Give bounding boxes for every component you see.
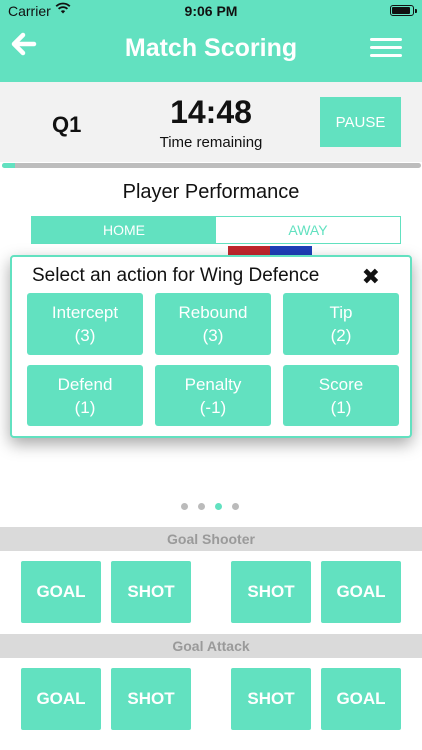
goal-attack-buttons: GOAL SHOT SHOT GOAL (0, 668, 422, 730)
away-shot-button[interactable]: SHOT (231, 561, 311, 623)
action-defend-button[interactable]: Defend (1) (27, 365, 143, 426)
action-tip-button[interactable]: Tip (2) (283, 293, 399, 355)
home-goal-button[interactable]: GOAL (21, 561, 101, 623)
timer-panel: Q1 14:48 Time remaining PAUSE (0, 82, 422, 162)
app-header: Carrier 9:06 PM Match Scoring (0, 0, 422, 82)
pause-button[interactable]: PAUSE (320, 97, 401, 147)
action-value: (2) (330, 326, 352, 345)
action-value: (3) (74, 326, 96, 345)
progress-fill (2, 163, 15, 168)
hamburger-menu-icon[interactable] (370, 38, 402, 60)
page-indicator[interactable] (181, 503, 239, 511)
status-time: 9:06 PM (184, 3, 238, 19)
page-title: Match Scoring (124, 34, 298, 62)
battery-icon (390, 5, 417, 16)
page-dot[interactable] (198, 503, 205, 510)
close-x-icon[interactable]: ✖ (362, 266, 380, 288)
performance-title: Player Performance (122, 181, 300, 203)
away-shot-button[interactable]: SHOT (231, 668, 311, 730)
page-dot[interactable] (215, 503, 222, 510)
quarter-progress-bar (2, 163, 421, 168)
action-label: Defend (57, 374, 113, 394)
home-goal-button[interactable]: GOAL (21, 668, 101, 730)
tab-away[interactable]: AWAY (216, 217, 400, 243)
action-label: Rebound (178, 303, 248, 322)
action-modal: Select an action for Wing Defence ✖ Inte… (10, 255, 412, 438)
tab-home[interactable]: HOME (32, 217, 216, 243)
modal-title: Select an action for Wing Defence (32, 265, 320, 286)
action-grid: Intercept (3) Rebound (3) Tip (2) Defend (1)… (27, 293, 399, 426)
action-label: Score (318, 374, 364, 394)
goal-shooter-buttons: GOAL SHOT SHOT GOAL (0, 561, 422, 623)
action-value: (3) (202, 326, 224, 345)
section-goal-attack: Goal Attack (0, 634, 422, 658)
page-dot[interactable] (232, 503, 239, 510)
action-intercept-button[interactable]: Intercept (3) (27, 293, 143, 355)
team-toggle: HOME AWAY (31, 216, 401, 244)
action-penalty-button[interactable]: Penalty (-1) (155, 365, 271, 426)
action-value: (1) (330, 397, 352, 417)
home-shot-button[interactable]: SHOT (111, 668, 191, 730)
navigation-bar: Match Scoring (0, 22, 422, 82)
action-label: Penalty (184, 374, 242, 394)
action-label: Tip (329, 303, 353, 322)
action-value: (1) (74, 397, 96, 417)
away-goal-button[interactable]: GOAL (321, 668, 401, 730)
page-dot[interactable] (181, 503, 188, 510)
home-shot-button[interactable]: SHOT (111, 561, 191, 623)
action-score-button[interactable]: Score (1) (283, 365, 399, 426)
status-bar: Carrier 9:06 PM (0, 0, 422, 22)
away-goal-button[interactable]: GOAL (321, 561, 401, 623)
section-goal-shooter: Goal Shooter (0, 527, 422, 551)
match-scoring-screen: Carrier 9:06 PM Match Scoring Q1 14:48 T… (0, 0, 422, 750)
action-label: Intercept (51, 303, 119, 322)
action-rebound-button[interactable]: Rebound (3) (155, 293, 271, 355)
action-value: (-1) (199, 397, 227, 417)
